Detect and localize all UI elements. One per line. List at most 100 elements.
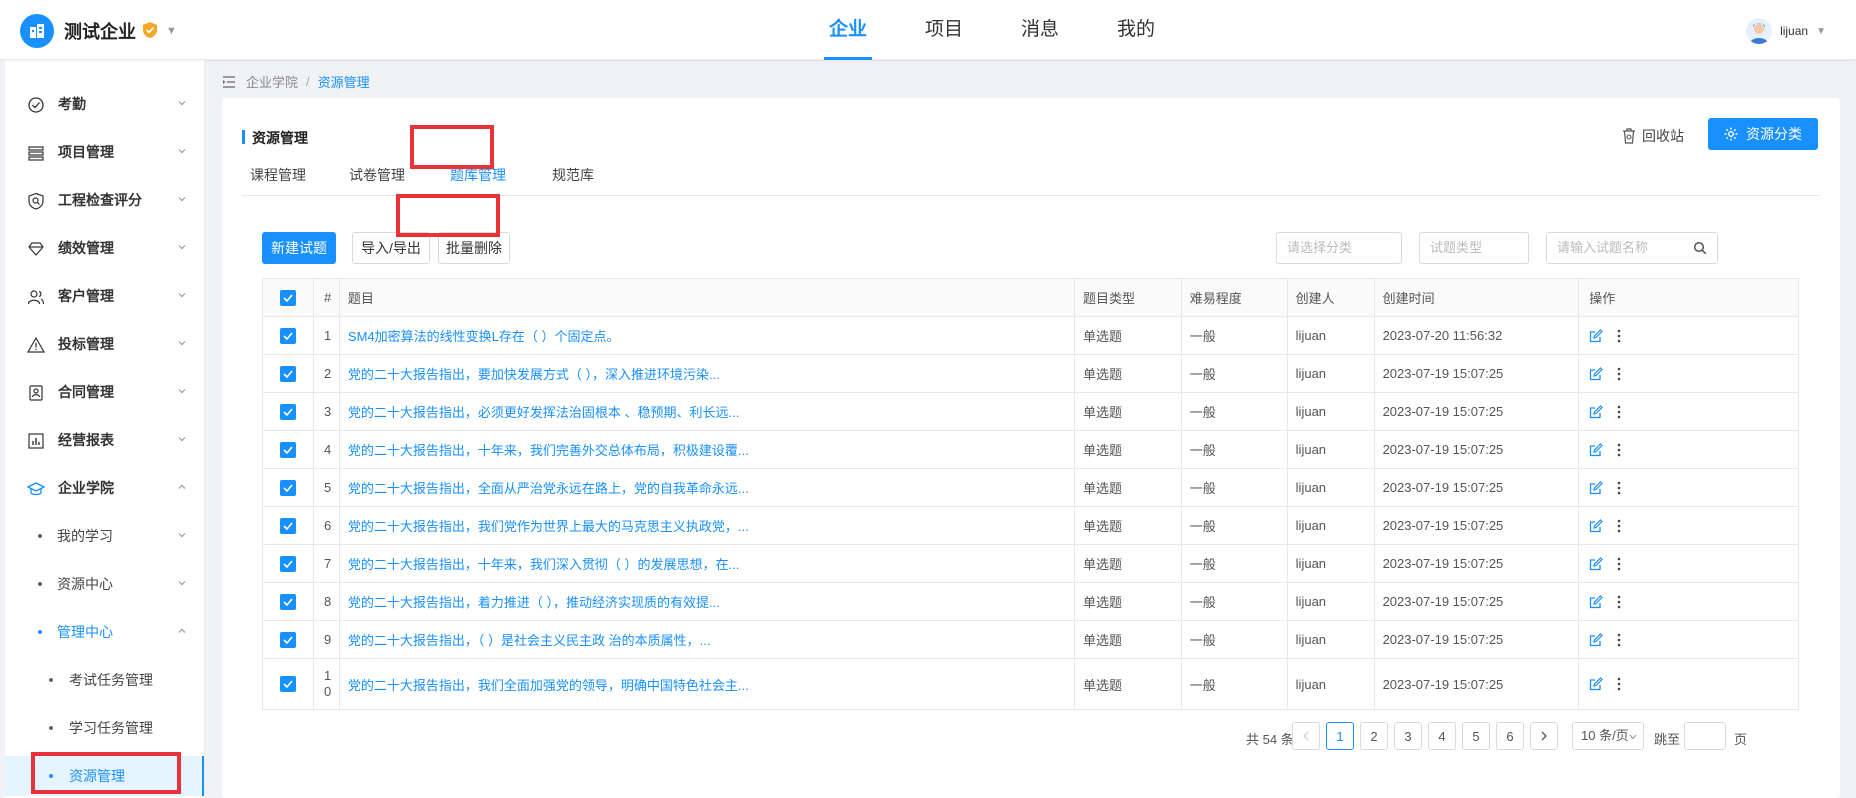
page-button-2[interactable]: 2 <box>1360 722 1388 750</box>
sidebar-item-bidding[interactable]: 投标管理 <box>5 324 204 364</box>
sidebar-item-reports[interactable]: 经营报表 <box>5 420 204 460</box>
sidebar-item-label: 我的学习 <box>57 528 113 544</box>
page-button-6[interactable]: 6 <box>1496 722 1524 750</box>
more-actions-button[interactable] <box>1617 677 1621 691</box>
tab-standards[interactable]: 规范库 <box>552 154 594 196</box>
edit-button[interactable] <box>1589 556 1604 571</box>
category-select[interactable]: 请选择分类 <box>1276 232 1402 264</box>
import-export-button[interactable]: 导入/导出 <box>352 232 430 264</box>
page-button-1[interactable]: 1 <box>1326 722 1354 750</box>
sidebar-item-contracts[interactable]: 合同管理 <box>5 372 204 412</box>
row-checkbox[interactable] <box>279 365 296 382</box>
column-header-title: 题目 <box>340 279 1075 316</box>
question-title-link[interactable]: 党的二十大报告指出，全面从严治党永远在路上，党的自我革命永远... <box>348 478 749 497</box>
tab-question-bank[interactable]: 题库管理 <box>450 154 506 196</box>
sidebar-item-inspection[interactable]: 工程检查评分 <box>5 180 204 220</box>
page-button-3[interactable]: 3 <box>1394 722 1422 750</box>
jump-unit-label: 页 <box>1734 732 1748 747</box>
edit-button[interactable] <box>1589 594 1604 609</box>
jump-page-input[interactable] <box>1684 722 1726 750</box>
question-name-search[interactable]: 请输入试题名称 <box>1546 232 1718 264</box>
sidebar-subitem-exam-tasks[interactable]: 考试任务管理 <box>5 660 204 700</box>
column-header-index: # <box>314 279 340 316</box>
sidebar-item-projects[interactable]: 项目管理 <box>5 132 204 172</box>
more-actions-button[interactable] <box>1617 367 1621 381</box>
batch-delete-button[interactable]: 批量删除 <box>438 232 510 264</box>
company-switcher[interactable]: 测试企业 ▼ <box>20 14 177 48</box>
sidebar-item-attendance[interactable]: 考勤 <box>5 84 204 124</box>
more-actions-button[interactable] <box>1617 329 1621 343</box>
row-checkbox[interactable] <box>279 555 296 572</box>
sidebar-item-customers[interactable]: 客户管理 <box>5 276 204 316</box>
nav-projects[interactable]: 项目 <box>896 0 992 60</box>
question-title-link[interactable]: 党的二十大报告指出，着力推进（ ），推动经济实现质的有效提... <box>348 592 720 611</box>
more-actions-button[interactable] <box>1617 405 1621 419</box>
question-title-link[interactable]: SM4加密算法的线性变换L存在（ ）个固定点。 <box>348 326 620 345</box>
sidebar-subitem-resource-management[interactable]: 资源管理 <box>5 756 204 796</box>
tab-courses[interactable]: 课程管理 <box>250 154 306 196</box>
edit-button[interactable] <box>1589 518 1604 533</box>
row-checkbox[interactable] <box>279 517 296 534</box>
page-button-4[interactable]: 4 <box>1428 722 1456 750</box>
row-checkbox[interactable] <box>279 403 296 420</box>
edit-button[interactable] <box>1589 328 1604 343</box>
resource-classify-button[interactable]: 资源分类 <box>1708 118 1818 150</box>
sidebar-subitem-my-learning[interactable]: 我的学习 <box>5 516 204 556</box>
tab-papers[interactable]: 试卷管理 <box>349 154 405 196</box>
edit-button[interactable] <box>1589 480 1604 495</box>
more-actions-button[interactable] <box>1617 481 1621 495</box>
question-title-link[interactable]: 党的二十大报告指出，十年来，我们完善外交总体布局，积极建设覆... <box>348 440 749 459</box>
row-checkbox[interactable] <box>279 631 296 648</box>
table-row: 5 党的二十大报告指出，全面从严治党永远在路上，党的自我革命永远... 单选题 一般 l… <box>263 469 1798 507</box>
select-all-checkbox[interactable] <box>279 289 296 306</box>
question-title-link[interactable]: 党的二十大报告指出，十年来，我们深入贯彻（ ）的发展思想，在... <box>348 554 739 573</box>
title-cell: 党的二十大报告指出，（ ）是社会主义民主政 治的本质属性，... <box>340 621 1075 658</box>
user-menu[interactable]: lijuan ▼ <box>1746 18 1826 44</box>
more-actions-button[interactable] <box>1617 595 1621 609</box>
row-checkbox[interactable] <box>279 676 296 692</box>
edit-button[interactable] <box>1589 442 1604 457</box>
nav-mine[interactable]: 我的 <box>1088 0 1184 60</box>
edit-button[interactable] <box>1589 632 1604 647</box>
menu-fold-icon[interactable] <box>222 75 236 88</box>
sidebar-subitem-resource-center[interactable]: 资源中心 <box>5 564 204 604</box>
check-icon <box>283 293 293 302</box>
question-title-link[interactable]: 党的二十大报告指出，（ ）是社会主义民主政 治的本质属性，... <box>348 630 711 649</box>
question-title-link[interactable]: 党的二十大报告指出，必须更好发挥法治固根本 、稳预期、利长远... <box>348 402 739 421</box>
breadcrumb-item[interactable]: 企业学院 <box>246 72 298 91</box>
more-actions-button[interactable] <box>1617 633 1621 647</box>
prev-page-button[interactable] <box>1292 722 1320 750</box>
edit-button[interactable] <box>1589 366 1604 381</box>
nav-enterprise[interactable]: 企业 <box>800 0 896 60</box>
row-checkbox[interactable] <box>279 441 296 458</box>
sidebar-subitem-management-center[interactable]: 管理中心 <box>5 612 204 652</box>
sidebar-item-academy[interactable]: 企业学院 <box>5 468 204 508</box>
edit-button[interactable] <box>1589 404 1604 419</box>
new-question-button[interactable]: 新建试题 <box>262 232 336 264</box>
creator-cell: lijuan <box>1288 545 1375 582</box>
question-title-link[interactable]: 党的二十大报告指出，我们全面加强党的领导，明确中国特色社会主... <box>348 675 749 694</box>
more-actions-button[interactable] <box>1617 557 1621 571</box>
more-actions-button[interactable] <box>1617 519 1621 533</box>
question-title-link[interactable]: 党的二十大报告指出，要加快发展方式（ ），深入推进环境污染... <box>348 364 720 383</box>
users-icon <box>27 290 45 305</box>
row-checkbox[interactable] <box>279 479 296 496</box>
created-time-cell: 2023-07-19 15:07:25 <box>1375 659 1580 709</box>
recycle-bin-button[interactable]: 回收站 <box>1622 126 1684 146</box>
question-type-select[interactable]: 试题类型 <box>1419 232 1529 264</box>
created-time-cell: 2023-07-19 15:07:25 <box>1375 507 1580 544</box>
search-icon[interactable] <box>1693 241 1707 255</box>
nav-messages[interactable]: 消息 <box>992 0 1088 60</box>
question-title-link[interactable]: 党的二十大报告指出，我们党作为世界上最大的马克思主义执政党，... <box>348 516 749 535</box>
row-checkbox[interactable] <box>279 593 296 610</box>
page-size-select[interactable]: 10 条/页 <box>1572 722 1644 750</box>
more-vertical-icon <box>1617 633 1621 646</box>
edit-button[interactable] <box>1589 677 1604 691</box>
next-page-button[interactable] <box>1530 722 1558 750</box>
sidebar-item-performance[interactable]: 绩效管理 <box>5 228 204 268</box>
more-actions-button[interactable] <box>1617 443 1621 457</box>
row-checkbox[interactable] <box>279 327 296 344</box>
sidebar-item-label: 项目管理 <box>58 144 114 160</box>
page-button-5[interactable]: 5 <box>1462 722 1490 750</box>
sidebar-subitem-study-tasks[interactable]: 学习任务管理 <box>5 708 204 748</box>
